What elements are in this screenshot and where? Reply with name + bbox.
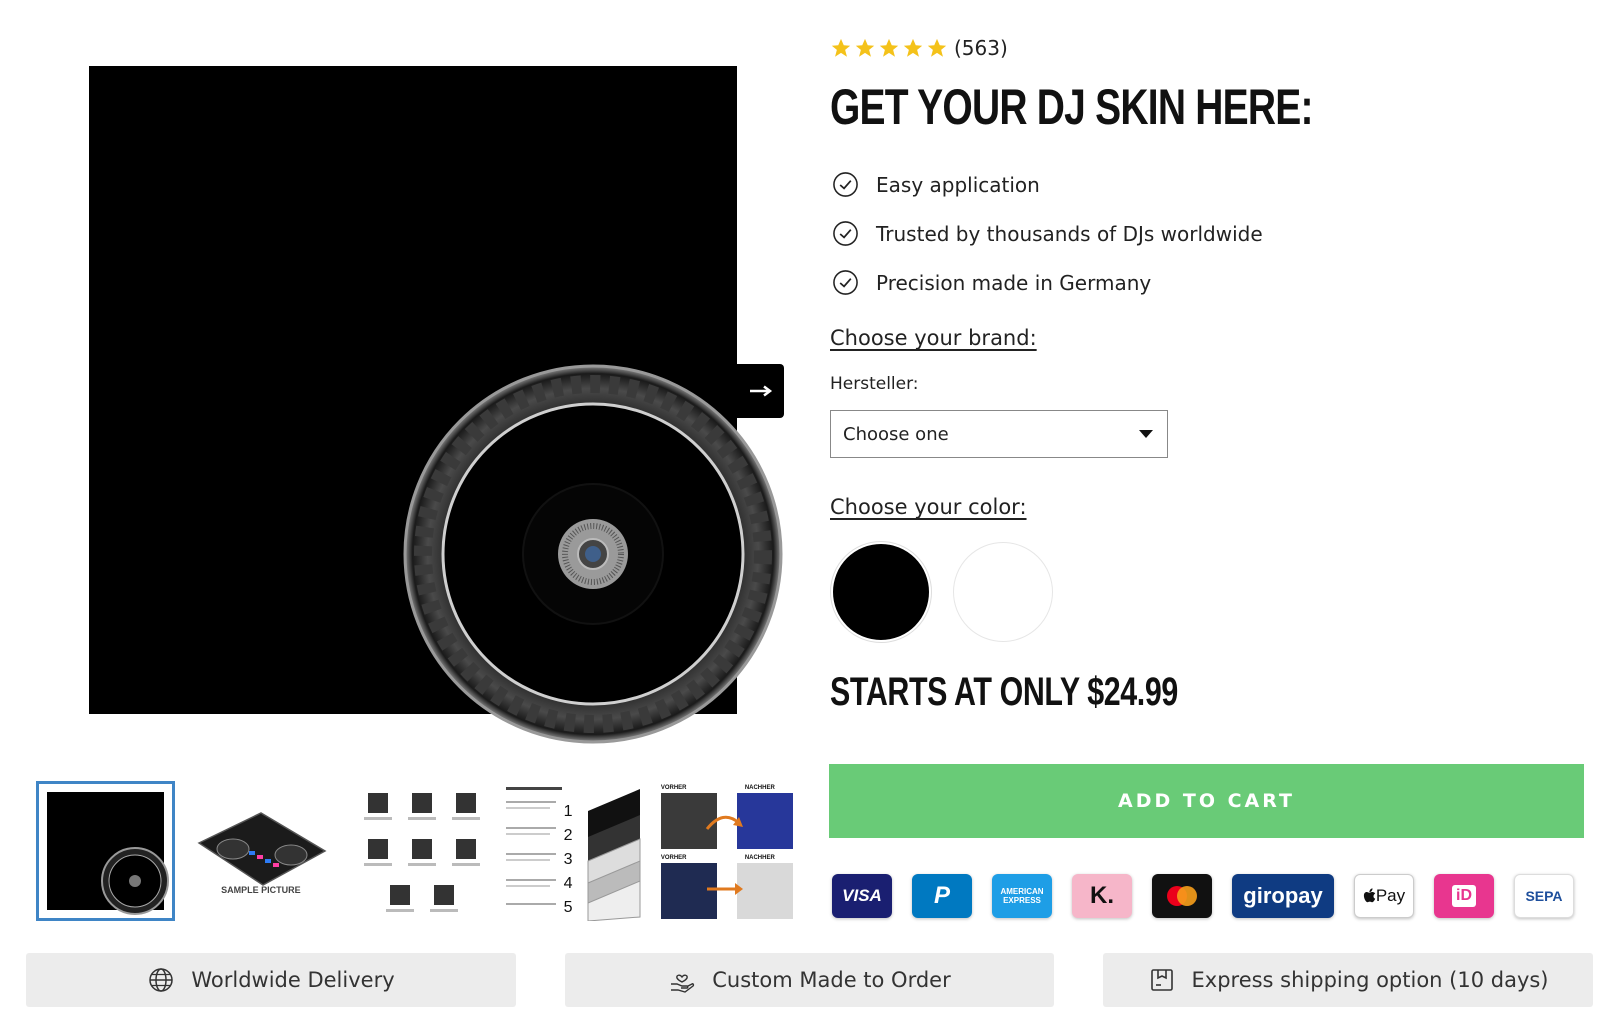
after-photo — [736, 863, 793, 919]
giropay-icon: giropay — [1232, 874, 1334, 918]
next-image-button[interactable] — [737, 364, 784, 418]
star-icon — [903, 38, 923, 57]
feature-text: Precision made in Germany — [876, 270, 1152, 295]
amex-icon: AMERICAN EXPRESS — [992, 874, 1052, 918]
apple-logo-icon — [1363, 888, 1376, 903]
paypal-icon: P — [912, 874, 972, 918]
visa-icon: VISA — [832, 874, 892, 918]
manufacturer-selected-value: Choose one — [843, 423, 949, 445]
feature-icons-image — [364, 793, 481, 912]
star-rating — [830, 37, 948, 59]
thumbnail-2[interactable]: SAMPLE PICTURE — [191, 781, 330, 921]
choose-brand-heading[interactable]: Choose your brand: — [830, 326, 1037, 350]
thumbnail-5[interactable]: VORHER NACHHER VORHER NACHHER — [657, 781, 796, 921]
jog-wheel-thumb-icon — [101, 847, 170, 915]
thumbnail-strip: SAMPLE PICTURE 1 2 3 4 5 VORHER NACHHER … — [36, 781, 796, 921]
price: STARTS AT ONLY $24.99 — [830, 670, 1178, 714]
color-swatch-white[interactable] — [953, 542, 1053, 642]
layer-number: 3 — [563, 851, 573, 868]
visa-text: VISA — [842, 886, 882, 905]
thumbnail-4[interactable]: 1 2 3 4 5 — [502, 781, 641, 921]
layer-number: 4 — [563, 875, 573, 892]
orange-arrow-icon — [706, 883, 743, 895]
amex-text: AMERICAN EXPRESS — [1000, 887, 1044, 905]
choose-color-heading[interactable]: Choose your color: — [830, 495, 1027, 519]
feature-item: Easy application — [832, 160, 1263, 209]
rating[interactable]: (563) — [830, 36, 1008, 60]
review-count[interactable]: (563) — [954, 36, 1008, 60]
klarna-text: K. — [1090, 882, 1114, 909]
globe-icon — [149, 968, 174, 992]
feature-item: Trusted by thousands of DJs worldwide — [832, 209, 1263, 258]
thumbnail-3[interactable] — [346, 781, 485, 921]
star-icon — [927, 38, 947, 57]
ideal-icon: iD — [1434, 874, 1494, 918]
benefit-custom-made: Custom Made to Order — [565, 953, 1054, 1007]
benefit-text: Worldwide Delivery — [191, 968, 395, 992]
benefit-text: Custom Made to Order — [712, 968, 951, 992]
klarna-icon: K. — [1072, 874, 1132, 918]
hand-heart-icon — [671, 974, 695, 993]
sepa-icon: SEPA — [1514, 874, 1574, 918]
star-icon — [855, 38, 875, 57]
thumb-black-skin — [47, 792, 170, 915]
jog-wheel-image — [403, 364, 783, 744]
mastercard-circles — [1167, 886, 1197, 906]
layer-numbers: 1 2 3 4 5 — [564, 803, 573, 917]
payment-methods: VISA P AMERICAN EXPRESS K. giropay Pay i… — [832, 874, 1594, 918]
feature-text: Trusted by thousands of DJs worldwide — [876, 221, 1263, 246]
manufacturer-select[interactable]: Choose one — [830, 410, 1168, 458]
feature-list: Easy application Trusted by thousands of… — [832, 160, 1263, 307]
before-label: VORHER — [660, 855, 687, 861]
main-product-image[interactable] — [89, 66, 783, 744]
after-photo — [736, 793, 793, 849]
add-to-cart-button[interactable]: ADD TO CART — [829, 764, 1584, 838]
after-label: NACHHER — [744, 855, 775, 861]
layer-number: 2 — [563, 827, 573, 844]
paypal-text: P — [933, 882, 950, 909]
feature-text: Easy application — [876, 172, 1040, 197]
layer-number: 1 — [563, 803, 573, 820]
check-circle-icon — [833, 270, 858, 295]
apple-pay-icon: Pay — [1354, 874, 1414, 918]
sample-picture-label: SAMPLE PICTURE — [221, 885, 301, 895]
caret-down-icon — [1139, 430, 1153, 438]
after-label: NACHHER — [744, 785, 775, 791]
ideal-text: iD — [1452, 885, 1476, 907]
before-label: VORHER — [660, 785, 687, 791]
thumbnail-1[interactable] — [36, 781, 176, 921]
benefit-express-shipping: Express shipping option (10 days) — [1103, 953, 1593, 1007]
arrow-right-icon — [749, 385, 772, 397]
apple-pay-text: Pay — [1375, 886, 1406, 905]
box-icon — [1150, 969, 1173, 991]
check-circle-icon — [833, 172, 858, 197]
feature-item: Precision made in Germany — [832, 258, 1263, 307]
star-icon — [879, 38, 899, 57]
page-title: GET YOUR DJ SKIN HERE: — [830, 79, 1313, 135]
benefit-text: Express shipping option (10 days) — [1191, 968, 1549, 992]
check-circle-icon — [833, 221, 858, 246]
sepa-text: SEPA — [1525, 888, 1563, 904]
orange-arrow-icon — [705, 815, 743, 830]
mastercard-icon — [1152, 874, 1212, 918]
giropay-text: giropay — [1243, 883, 1323, 908]
star-icon — [831, 38, 851, 57]
layer-number: 5 — [563, 899, 573, 916]
manufacturer-label: Hersteller: — [830, 374, 919, 394]
color-swatch-black[interactable] — [831, 542, 931, 642]
benefit-worldwide-delivery: Worldwide Delivery — [26, 953, 516, 1007]
